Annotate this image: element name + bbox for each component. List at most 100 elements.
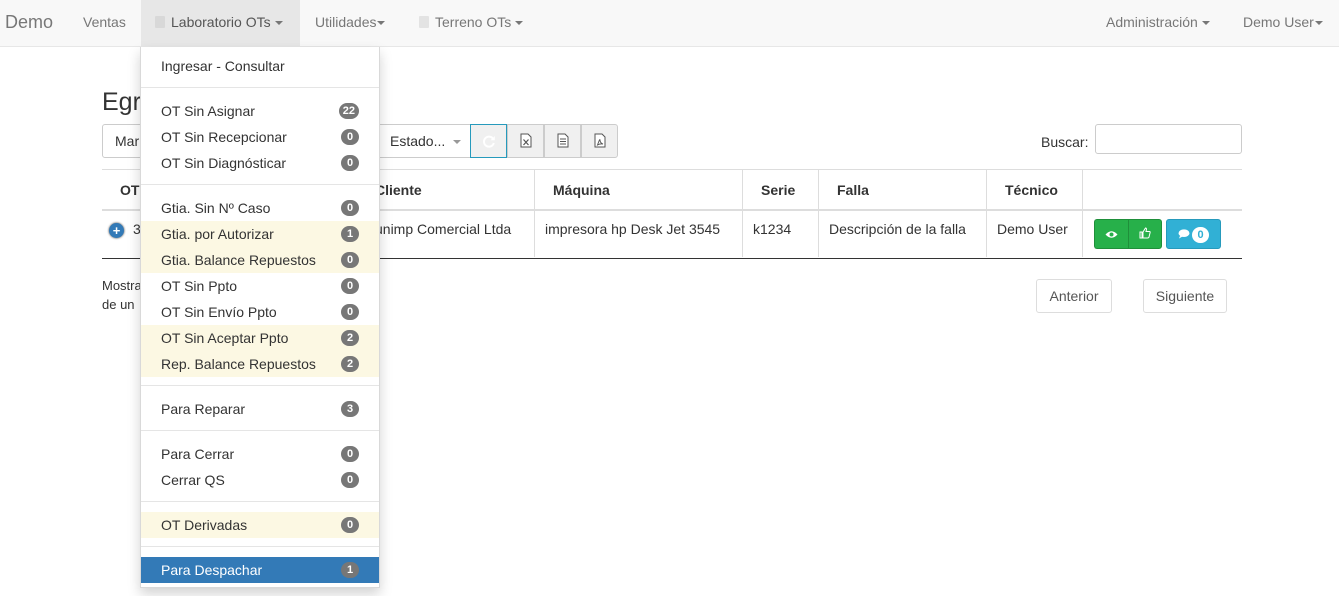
menu-item-label: OT Sin Diagnósticar [161, 155, 287, 171]
menu-item-para-despachar[interactable]: Para Despachar 1 [141, 557, 379, 583]
nav-laboratorio-label: Laboratorio OTs [171, 14, 271, 30]
nav-laboratorio-ots[interactable]: Laboratorio OTs [141, 0, 300, 47]
export-excel-button[interactable] [507, 124, 544, 158]
thumbs-up-icon [1139, 227, 1151, 239]
caret-down-icon [274, 21, 283, 26]
nav-user-menu[interactable]: Demo User [1243, 0, 1323, 47]
count-badge: 2 [341, 330, 359, 346]
count-badge: 0 [341, 200, 359, 216]
expand-row-icon[interactable]: + [109, 223, 124, 238]
cell-tecnico: Demo User [987, 211, 1083, 257]
view-button[interactable] [1094, 219, 1128, 249]
excel-icon [520, 133, 531, 148]
header-falla[interactable]: Falla [819, 170, 987, 210]
menu-item-ot-sin-aceptar-ppto[interactable]: OT Sin Aceptar Ppto 2 [141, 325, 379, 351]
menu-item-label: OT Sin Aceptar Ppto [161, 330, 289, 346]
menu-item-label: Rep. Balance Repuestos [161, 356, 316, 372]
estado-select-label: Estado... [390, 133, 446, 149]
menu-item-label: Gtia. Balance Repuestos [161, 252, 316, 268]
laboratorio-dropdown-menu: Ingresar - Consultar OT Sin Asignar 22 OT… [140, 47, 380, 588]
top-navbar: Demo Ventas Laboratorio OTs Utilidades T… [0, 0, 1339, 47]
menu-divider [141, 184, 379, 185]
header-maquina[interactable]: Máquina [535, 170, 743, 210]
menu-item-ot-sin-envio-ppto[interactable]: OT Sin Envío Ppto 0 [141, 299, 379, 325]
count-badge: 0 [341, 472, 359, 488]
truck-icon [419, 16, 429, 28]
menu-item-ot-sin-ppto[interactable]: OT Sin Ppto 0 [141, 273, 379, 299]
menu-item-label: OT Derivadas [161, 517, 248, 533]
menu-item-ot-derivadas[interactable]: OT Derivadas 0 [141, 512, 379, 538]
nav-utilidades-label: Utilidades [315, 14, 377, 30]
menu-item-gtia-por-autorizar[interactable]: Gtia. por Autorizar 1 [141, 221, 379, 247]
brand-logo[interactable]: Demo [5, 12, 53, 33]
search-label: Buscar: [1041, 134, 1089, 150]
nav-terreno-ots[interactable]: Terreno OTs [419, 0, 524, 47]
menu-item-ingresar-consultar[interactable]: Ingresar - Consultar [141, 53, 379, 79]
caret-down-icon [377, 21, 386, 26]
page-title: Egr [102, 88, 141, 116]
eye-icon [1105, 231, 1118, 238]
refresh-icon [482, 135, 495, 148]
nav-ventas[interactable]: Ventas [83, 0, 126, 47]
menu-item-label: Para Cerrar [161, 446, 235, 462]
count-badge: 0 [341, 304, 359, 320]
menu-item-label: OT Sin Asignar [161, 103, 255, 119]
export-pdf-button[interactable] [581, 124, 618, 158]
menu-item-label: Gtia. por Autorizar [161, 226, 274, 242]
menu-item-gtia-sin-caso[interactable]: Gtia. Sin Nº Caso 0 [141, 195, 379, 221]
menu-divider [141, 546, 379, 547]
approve-button[interactable] [1128, 219, 1162, 249]
nav-administracion[interactable]: Administración [1106, 0, 1210, 47]
refresh-button[interactable] [470, 124, 507, 158]
menu-item-gtia-balance-repuestos[interactable]: Gtia. Balance Repuestos 0 [141, 247, 379, 273]
header-tecnico[interactable]: Técnico [987, 170, 1083, 210]
caret-down-icon [1314, 21, 1323, 26]
header-cliente[interactable]: Cliente [359, 170, 535, 210]
table-info: Mostra de un [102, 276, 142, 314]
count-badge: 0 [341, 517, 359, 533]
menu-item-label: OT Sin Recepcionar [161, 129, 287, 145]
cell-cliente: unimp Comercial Ltda [359, 211, 535, 257]
menu-item-ot-sin-asignar[interactable]: OT Sin Asignar 22 [141, 98, 379, 124]
prev-page-button[interactable]: Anterior [1036, 279, 1112, 313]
count-badge: 1 [341, 562, 359, 578]
comment-icon [1178, 229, 1190, 239]
count-badge: 0 [341, 252, 359, 268]
menu-item-label: Para Despachar [161, 562, 263, 578]
count-badge: 1 [341, 226, 359, 242]
nav-terreno-label: Terreno OTs [435, 14, 512, 30]
menu-item-label: OT Sin Ppto [161, 278, 238, 294]
search-input[interactable] [1095, 124, 1242, 154]
cell-falla: Descripción de la falla [819, 211, 987, 257]
count-badge: 0 [341, 129, 359, 145]
menu-item-ot-sin-recepcionar[interactable]: OT Sin Recepcionar 0 [141, 124, 379, 150]
estado-select[interactable]: Estado... [378, 124, 471, 158]
menu-item-para-cerrar[interactable]: Para Cerrar 0 [141, 441, 379, 467]
menu-item-rep-balance-repuestos[interactable]: Rep. Balance Repuestos 2 [141, 351, 379, 377]
comments-button[interactable]: 0 [1166, 219, 1221, 249]
menu-divider [141, 385, 379, 386]
menu-item-label: Gtia. Sin Nº Caso [161, 200, 271, 216]
comments-count-badge: 0 [1192, 227, 1209, 243]
caret-down-icon [515, 21, 524, 26]
menu-item-label: Cerrar QS [161, 472, 225, 488]
pdf-icon [594, 133, 605, 148]
header-serie[interactable]: Serie [743, 170, 819, 210]
table-info-line1: Mostra [102, 278, 142, 293]
next-page-button[interactable]: Siguiente [1143, 279, 1227, 313]
count-badge: 2 [341, 356, 359, 372]
cell-actions: 0 [1083, 211, 1242, 257]
table-info-line2: de un [102, 297, 135, 312]
flask-icon [155, 16, 165, 28]
menu-item-para-reparar[interactable]: Para Reparar 3 [141, 396, 379, 422]
menu-item-label: OT Sin Envío Ppto [161, 304, 277, 320]
header-acciones [1083, 170, 1242, 210]
export-document-button[interactable] [544, 124, 581, 158]
count-badge: 3 [341, 401, 359, 417]
nav-utilidades[interactable]: Utilidades [315, 0, 386, 47]
menu-item-cerrar-qs[interactable]: Cerrar QS 0 [141, 467, 379, 493]
count-badge: 0 [341, 278, 359, 294]
menu-item-label: Para Reparar [161, 401, 246, 417]
menu-item-ot-sin-diagnosticar[interactable]: OT Sin Diagnósticar 0 [141, 150, 379, 176]
document-icon [557, 133, 568, 148]
